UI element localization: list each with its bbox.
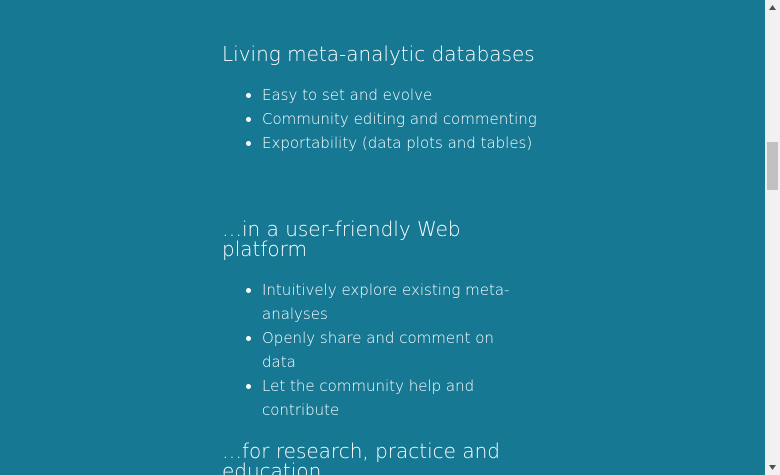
- section-heading: …in a user-friendly Web platform: [222, 217, 461, 261]
- list-item: Let the community help and contribute: [262, 374, 532, 422]
- scroll-down-button[interactable]: [765, 460, 780, 475]
- feature-list: Easy to set and evolve Community editing…: [222, 83, 542, 155]
- section-heading: …for research, practice and education: [222, 439, 500, 475]
- list-item: Easy to set and evolve: [262, 83, 542, 107]
- scroll-thumb[interactable]: [767, 142, 778, 190]
- list-item: Openly share and comment on data: [262, 326, 532, 374]
- section-research-practice: …for research, practice and education: [222, 441, 522, 475]
- list-item: Exportability (data plots and tables): [262, 131, 542, 155]
- section-heading: Living meta-analytic databases: [222, 42, 535, 66]
- list-item: Community editing and commenting: [262, 107, 542, 131]
- scroll-up-button[interactable]: [765, 0, 780, 15]
- triangle-up-icon: [769, 5, 776, 10]
- page-content: Living meta-analytic databases Easy to s…: [0, 0, 765, 475]
- list-item: Intuitively explore existing meta-analys…: [262, 278, 532, 326]
- feature-list: Intuitively explore existing meta-analys…: [222, 278, 542, 422]
- vertical-scrollbar[interactable]: [765, 0, 780, 475]
- section-web-platform: …in a user-friendly Web platform Intuiti…: [222, 219, 542, 422]
- section-living-databases: Living meta-analytic databases Easy to s…: [222, 44, 542, 155]
- triangle-down-icon: [769, 465, 776, 470]
